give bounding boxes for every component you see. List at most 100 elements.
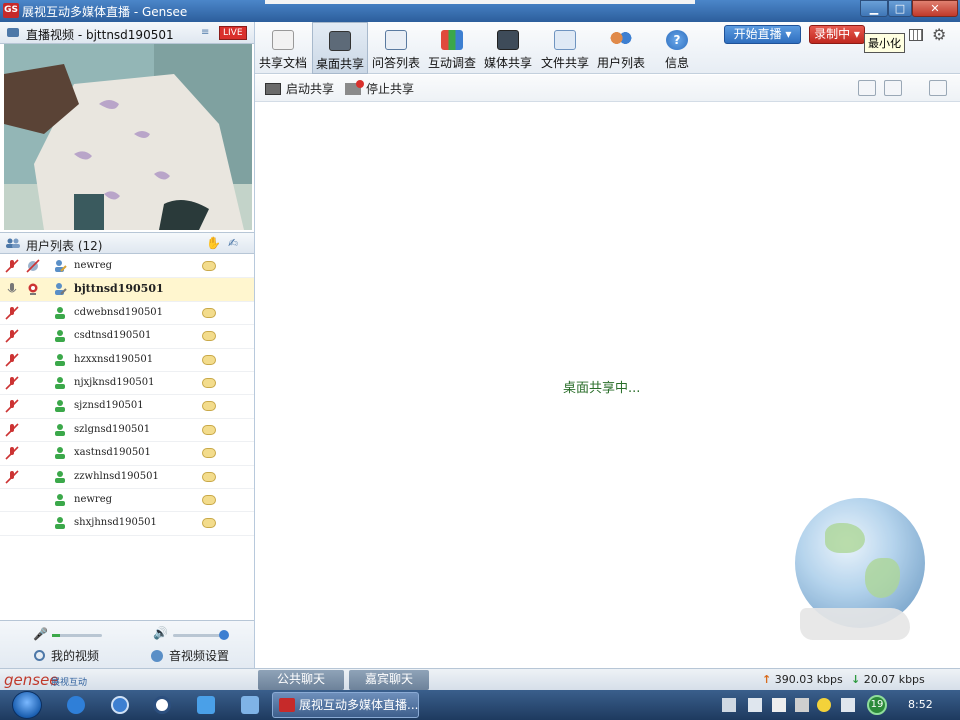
video-title: 直播视频 - bjttnsd190501 xyxy=(26,28,174,42)
user-row[interactable]: xastnsd190501 xyxy=(0,442,254,466)
mic-volume-slider[interactable] xyxy=(52,634,102,637)
mic-active-icon[interactable] xyxy=(5,282,19,296)
user-row[interactable]: shxjhnsd190501 xyxy=(0,512,254,536)
my-video-button[interactable]: 我的视频 xyxy=(34,647,99,664)
ie-icon[interactable] xyxy=(67,696,85,714)
chat-icon[interactable] xyxy=(202,518,216,529)
stop-share-button[interactable]: 停止共享 xyxy=(345,80,414,97)
user-row[interactable]: newreg xyxy=(0,489,254,513)
tab-user-list[interactable]: 用户列表 xyxy=(593,22,649,74)
user-icon xyxy=(55,400,65,413)
download-rate: ↓ 20.07 kbps xyxy=(851,673,925,686)
user-row[interactable]: szlgnsd190501 xyxy=(0,419,254,443)
app-k-icon[interactable] xyxy=(111,696,129,714)
recording-label: 录制中 xyxy=(814,27,851,41)
muted-mic-icon[interactable] xyxy=(5,446,19,460)
user-row[interactable]: njxjknsd190501 xyxy=(0,372,254,396)
fit-screen-icon[interactable] xyxy=(858,80,876,96)
guest-chat-tab[interactable]: 嘉宾聊天 xyxy=(349,670,429,690)
minimize-button[interactable]: ▁ xyxy=(860,0,888,17)
app-s-icon[interactable] xyxy=(153,696,171,714)
chat-icon[interactable] xyxy=(202,331,216,342)
fullscreen-icon[interactable] xyxy=(929,80,947,96)
user-row[interactable]: csdtnsd190501 xyxy=(0,325,254,349)
desktop-share-area: 桌面共享中... xyxy=(255,103,960,668)
lower-hand-icon[interactable]: ✍ xyxy=(228,236,238,250)
maximize-button[interactable]: □ xyxy=(888,0,912,17)
muted-mic-icon[interactable] xyxy=(5,423,19,437)
volume-icon[interactable] xyxy=(795,698,809,712)
taskbar-app-button[interactable]: 展视互动多媒体直播... xyxy=(272,692,419,718)
windows-explorer-icon[interactable] xyxy=(197,696,215,714)
av-settings-label: 音视频设置 xyxy=(169,649,230,663)
minimize-tooltip: 最小化 xyxy=(864,33,905,53)
speaker-icon[interactable]: 🔊 xyxy=(153,626,168,640)
chat-icon[interactable] xyxy=(202,377,216,388)
chat-icon[interactable] xyxy=(202,471,216,482)
muted-mic-icon[interactable] xyxy=(5,399,19,413)
user-icon xyxy=(55,447,65,460)
chat-icon[interactable] xyxy=(202,448,216,459)
tray-monitor-icon[interactable] xyxy=(748,698,762,712)
title-bar: GS 展视互动多媒体直播 - Gensee ▁ □ ✕ xyxy=(0,0,960,22)
stop-share-label: 停止共享 xyxy=(366,82,415,96)
desktop-share-icon xyxy=(329,31,351,51)
tab-file-share[interactable]: 文件共享 xyxy=(537,22,593,74)
muted-mic-icon[interactable] xyxy=(5,376,19,390)
user-row[interactable]: hzxxnsd190501 xyxy=(0,349,254,372)
gear-icon[interactable]: ⚙ xyxy=(932,25,946,44)
chat-icon[interactable] xyxy=(202,354,216,365)
chat-icon[interactable] xyxy=(202,261,216,271)
public-chat-tab[interactable]: 公共聊天 xyxy=(258,670,344,690)
notification-badge[interactable]: 19 xyxy=(867,695,887,715)
tab-info[interactable]: ? 信息 xyxy=(649,22,705,74)
raise-hand-icon[interactable]: ✋ xyxy=(206,236,221,250)
layout-grid-icon[interactable] xyxy=(909,29,923,41)
muted-mic-icon[interactable] xyxy=(5,329,19,343)
chat-icon[interactable] xyxy=(202,307,216,318)
tab-media-share[interactable]: 媒体共享 xyxy=(480,22,536,74)
speaker-volume-slider[interactable] xyxy=(173,630,229,640)
close-button[interactable]: ✕ xyxy=(912,0,958,17)
tray-up-icon[interactable] xyxy=(722,698,736,712)
chat-icon[interactable] xyxy=(202,494,216,505)
muted-camera-icon[interactable] xyxy=(26,259,40,273)
recording-button[interactable]: 录制中 ▾ xyxy=(809,25,865,44)
guest-chat-label: 嘉宾聊天 xyxy=(364,672,413,686)
start-live-button[interactable]: 开始直播 ▾ xyxy=(724,25,801,44)
tab-qa[interactable]: 问答列表 xyxy=(368,22,424,74)
user-row-selected[interactable]: bjttnsd190501 xyxy=(0,278,254,302)
muted-mic-icon[interactable] xyxy=(5,352,19,367)
slider-knob[interactable] xyxy=(219,630,229,640)
signal-icon: ≡ xyxy=(201,27,210,38)
microphone-icon[interactable]: 🎤 xyxy=(33,627,48,641)
user-row[interactable]: sjznsd190501 xyxy=(0,395,254,419)
chat-icon[interactable] xyxy=(202,424,216,435)
tab-shared-docs[interactable]: 共享文档 xyxy=(255,22,311,74)
stop-share-icon xyxy=(345,80,364,95)
camera-active-icon[interactable] xyxy=(26,282,40,296)
clock: 8:52 xyxy=(908,698,933,711)
start-button[interactable] xyxy=(12,691,42,719)
av-settings-button[interactable]: 音视频设置 xyxy=(151,647,229,664)
tray-display-icon[interactable] xyxy=(772,698,786,712)
network-icon[interactable] xyxy=(841,698,855,712)
user-row[interactable]: newreg xyxy=(0,255,254,279)
start-share-button[interactable]: 启动共享 xyxy=(265,80,334,97)
muted-mic-icon[interactable] xyxy=(5,469,19,484)
tab-desktop-share[interactable]: 桌面共享 xyxy=(312,22,368,74)
webcam-icon xyxy=(34,650,45,661)
user-row[interactable]: cdwebnsd190501 xyxy=(0,302,254,326)
user-row[interactable]: zzwhlnsd190501 xyxy=(0,466,254,489)
tray-plus-icon[interactable] xyxy=(817,698,831,712)
actual-size-icon[interactable] xyxy=(884,80,902,96)
muted-mic-icon[interactable] xyxy=(5,306,19,320)
tab-survey[interactable]: 互动调查 xyxy=(424,22,480,74)
app-window-icon[interactable] xyxy=(241,696,259,714)
sharing-status: 桌面共享中... xyxy=(563,381,641,396)
chat-icon[interactable] xyxy=(202,401,216,412)
window-title: 展视互动多媒体直播 - Gensee xyxy=(22,5,188,19)
muted-mic-icon[interactable] xyxy=(5,259,19,273)
hand-illustration xyxy=(800,608,910,640)
user-name: hzxxnsd190501 xyxy=(74,353,154,365)
